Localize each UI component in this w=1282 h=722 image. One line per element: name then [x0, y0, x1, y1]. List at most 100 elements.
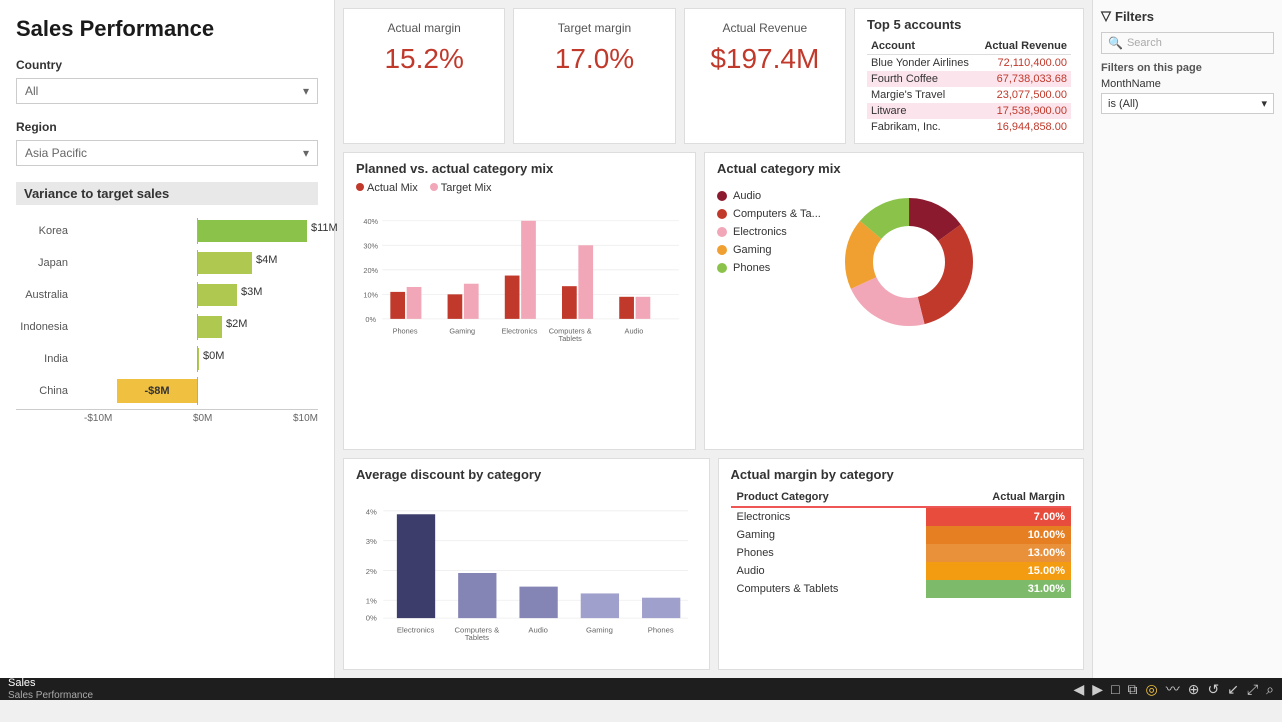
stop-icon[interactable]: □ — [1111, 681, 1119, 697]
top5-row: Margie's Travel23,077,500.00 — [867, 87, 1071, 103]
region-label: Region — [16, 120, 318, 134]
add-icon[interactable]: ⊕ — [1188, 681, 1200, 698]
bar-value-japan: $4M — [256, 254, 277, 266]
phones-dot — [717, 263, 727, 273]
bar-label-korea: Korea — [16, 225, 76, 237]
app-name: Sales — [8, 677, 93, 689]
svg-text:Electronics: Electronics — [397, 626, 435, 635]
target-mix-dot — [430, 183, 438, 191]
bar-label-india: India — [16, 353, 76, 365]
margin-value: 15.00% — [926, 562, 1071, 580]
electronics-dot — [717, 227, 727, 237]
svg-text:Phones: Phones — [393, 327, 418, 336]
avg-discount-card: Average discount by category 4% 3% 2% 1%… — [343, 458, 710, 670]
bar-row-korea: Korea $11M — [16, 217, 318, 245]
forward-icon[interactable]: ▶ — [1092, 681, 1103, 698]
fullscreen-icon[interactable]: ⤢ — [1247, 681, 1258, 698]
margin-by-category-title: Actual margin by category — [731, 467, 1072, 482]
bar-value-india: $0M — [203, 350, 224, 362]
top5-revenue: 23,077,500.00 — [977, 87, 1071, 103]
gaming-dot — [717, 245, 727, 255]
search-bar-icon[interactable]: ⌕ — [1266, 681, 1274, 698]
bar-label-indonesia: Indonesia — [16, 321, 76, 333]
margin-category: Phones — [731, 544, 926, 562]
draw-icon[interactable]: 〰 — [1166, 679, 1180, 699]
bar-value-australia: $3M — [241, 286, 262, 298]
undo-icon[interactable]: ↺ — [1207, 681, 1219, 698]
svg-text:Tablets: Tablets — [559, 334, 583, 343]
kpi-actual-revenue-label: Actual Revenue — [701, 21, 829, 35]
back-icon[interactable]: ◀ — [1074, 681, 1085, 698]
kpi-actual-revenue-value: $197.4M — [701, 43, 829, 75]
margin-table: Product Category Actual Margin Electroni… — [731, 488, 1072, 598]
filters-panel: ▽ Filters 🔍 Search Filters on this page … — [1092, 0, 1282, 678]
bar-label-australia: Australia — [16, 289, 76, 301]
middle-charts-row: Planned vs. actual category mix Actual M… — [343, 152, 1084, 450]
planned-vs-actual-title: Planned vs. actual category mix — [356, 161, 683, 176]
xaxis-10m: $10M — [293, 413, 318, 424]
margin-row: Computers & Tablets31.00% — [731, 580, 1072, 598]
top5-header-revenue: Actual Revenue — [977, 38, 1071, 55]
svg-text:0%: 0% — [366, 614, 377, 623]
filters-title: ▽ Filters — [1101, 8, 1274, 24]
bar-value-korea: $11M — [311, 222, 338, 234]
bookmark-icon[interactable]: ◎ — [1146, 681, 1158, 698]
export-icon[interactable]: ↙ — [1227, 681, 1239, 698]
taskbar: Sales Sales Performance ◀ ▶ □ ⧉ ◎ 〰 ⊕ ↺ … — [0, 678, 1282, 700]
country-value: All — [25, 84, 38, 98]
cat-legend-electronics: Electronics — [717, 226, 821, 238]
svg-text:40%: 40% — [363, 217, 378, 226]
margin-row: Electronics7.00% — [731, 507, 1072, 526]
variance-title: Variance to target sales — [16, 182, 318, 205]
filter-search[interactable]: 🔍 Search — [1101, 32, 1274, 54]
top5-account: Litware — [867, 103, 977, 119]
on-page-filters: Filters on this page MonthName is (All) … — [1101, 62, 1274, 114]
on-page-label: Filters on this page — [1101, 62, 1274, 74]
taskbar-center: ◀ ▶ □ ⧉ ◎ 〰 ⊕ ↺ ↙ ⤢ ⌕ — [1074, 679, 1275, 699]
margin-value: 13.00% — [926, 544, 1071, 562]
kpi-actual-margin: Actual margin 15.2% — [343, 8, 505, 144]
bar-row-china: China -$8M — [16, 377, 318, 405]
kpi-actual-revenue: Actual Revenue $197.4M — [684, 8, 846, 144]
actual-mix-dot — [356, 183, 364, 191]
margin-header-category: Product Category — [731, 488, 926, 507]
margin-category: Gaming — [731, 526, 926, 544]
kpi-row: Actual margin 15.2% Target margin 17.0% … — [343, 8, 1084, 144]
margin-row: Gaming10.00% — [731, 526, 1072, 544]
margin-value: 7.00% — [926, 507, 1071, 526]
refresh-icon[interactable]: ⧉ — [1128, 681, 1138, 698]
svg-text:Audio: Audio — [528, 626, 548, 635]
monthname-chevron-icon: ▾ — [1261, 97, 1267, 110]
margin-category: Computers & Tablets — [731, 580, 926, 598]
actual-mix-label: Actual Mix — [367, 182, 418, 194]
svg-text:Audio: Audio — [625, 327, 644, 336]
svg-text:Phones: Phones — [648, 626, 674, 635]
computers-label: Computers & Ta... — [733, 208, 821, 220]
kpi-target-margin: Target margin 17.0% — [513, 8, 675, 144]
search-icon: 🔍 — [1108, 36, 1123, 50]
country-select[interactable]: All ▾ — [16, 78, 318, 104]
kpi-actual-margin-value: 15.2% — [360, 43, 488, 75]
top5-revenue: 16,944,858.00 — [977, 119, 1071, 135]
bar-row-australia: Australia $3M — [16, 281, 318, 309]
actual-category-mix-card: Actual category mix Audio Computers & Ta… — [704, 152, 1084, 450]
taskbar-left: Sales Sales Performance — [8, 677, 93, 701]
planned-legend: Actual Mix Target Mix — [356, 182, 683, 194]
margin-category: Electronics — [731, 507, 926, 526]
margin-by-category-card: Actual margin by category Product Catego… — [718, 458, 1085, 670]
electronics-label: Electronics — [733, 226, 787, 238]
xaxis-0m: $0M — [193, 413, 212, 424]
top5-header-account: Account — [867, 38, 977, 55]
cat-mix-legend: Audio Computers & Ta... Electronics — [717, 182, 821, 342]
left-panel: Sales Performance Country All ▾ Region A… — [0, 0, 335, 678]
top5-row: Blue Yonder Airlines72,110,400.00 — [867, 55, 1071, 72]
monthname-dropdown[interactable]: is (All) ▾ — [1101, 93, 1274, 114]
taskbar-app[interactable]: Sales Sales Performance — [8, 677, 93, 701]
page-title: Sales Performance — [16, 16, 318, 42]
bar-row-indonesia: Indonesia $2M — [16, 313, 318, 341]
margin-row: Phones13.00% — [731, 544, 1072, 562]
planned-vs-actual-chart: 40% 30% 20% 10% 0% — [356, 198, 683, 358]
region-select[interactable]: Asia Pacific ▾ — [16, 140, 318, 166]
cat-legend-phones: Phones — [717, 262, 821, 274]
country-chevron-icon: ▾ — [303, 84, 309, 98]
